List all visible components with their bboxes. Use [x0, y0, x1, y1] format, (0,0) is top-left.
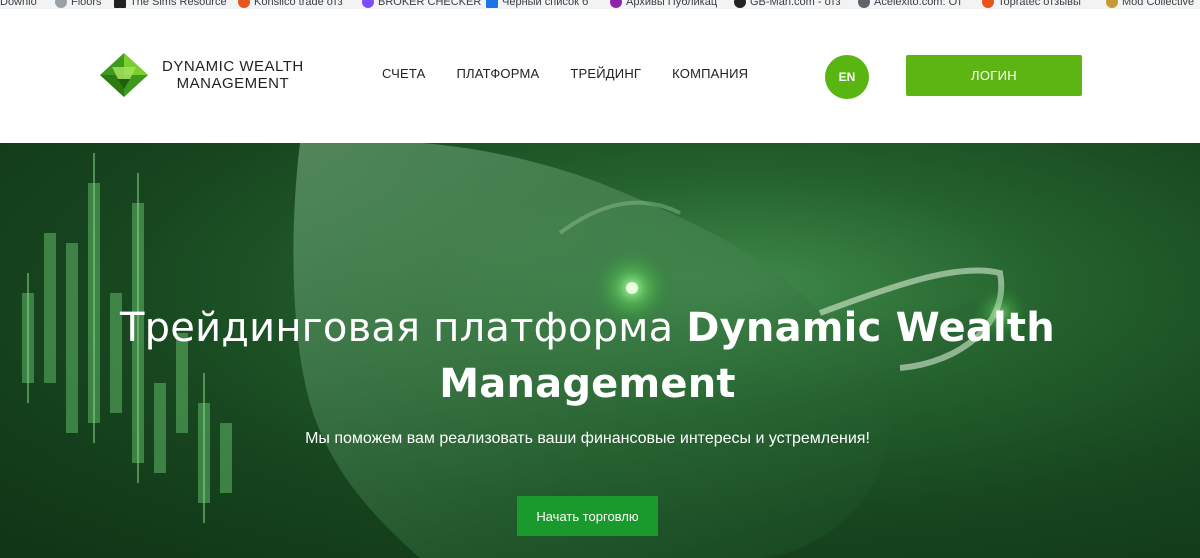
- bookmark-label: Floors: [71, 0, 102, 8]
- bookmark-label: GB-Man.com - отз: [750, 0, 841, 8]
- login-button[interactable]: ЛОГИН: [906, 55, 1082, 96]
- bookmark-label: Downlo: [0, 0, 37, 8]
- bookmark-icon: [982, 0, 994, 8]
- language-button[interactable]: EN: [825, 55, 869, 99]
- bookmark-label: Mod Collective: [1122, 0, 1195, 8]
- bookmark-label: Архивы Публикац: [626, 0, 718, 8]
- bookmark-icon: [362, 0, 374, 8]
- nav-company[interactable]: КОМПАНИЯ: [672, 66, 748, 81]
- nav-accounts[interactable]: СЧЕТА: [382, 66, 425, 81]
- logo-line-1: DYNAMIC WEALTH: [162, 58, 304, 75]
- bookmark-label: Черный список б: [502, 0, 589, 8]
- bookmark-icon: [734, 0, 746, 8]
- bookmark-label: BROKER CHECKER: [378, 0, 482, 8]
- bookmark-label: Topratec отзывы: [998, 0, 1081, 8]
- bookmark-label: Konsilco trade отз: [254, 0, 343, 8]
- logo-text: DYNAMIC WEALTH MANAGEMENT: [162, 58, 304, 92]
- bookmark-icon: [114, 0, 126, 8]
- bookmark-icon: [610, 0, 622, 8]
- bookmark-icon: [238, 0, 250, 8]
- bookmark-icon: [55, 0, 67, 8]
- bookmark-icon: [1106, 0, 1118, 8]
- bookmark-label: The Sims Resource: [130, 0, 227, 8]
- start-trading-button[interactable]: Начать торговлю: [517, 496, 658, 536]
- hero-title-regular: Трейдинговая платформа: [120, 305, 687, 351]
- site-header: DYNAMIC WEALTH MANAGEMENT СЧЕТА ПЛАТФОРМ…: [0, 9, 1200, 143]
- bookmark-icon: [486, 0, 498, 8]
- nav-platform[interactable]: ПЛАТФОРМА: [456, 66, 539, 81]
- main-nav: СЧЕТА ПЛАТФОРМА ТРЕЙДИНГ КОМПАНИЯ: [382, 66, 748, 81]
- bookmark-label: Acelexito.com: От: [874, 0, 963, 8]
- diamond-logo-icon: [100, 53, 148, 97]
- site-logo[interactable]: DYNAMIC WEALTH MANAGEMENT: [100, 53, 320, 97]
- logo-line-2: MANAGEMENT: [176, 75, 290, 92]
- bookmark-icon: [858, 0, 870, 8]
- hero-subtitle: Мы поможем вам реализовать ваши финансов…: [305, 430, 870, 447]
- hero-section: Трейдинговая платформа Dynamic Wealth Ma…: [0, 143, 1200, 558]
- hero-title: Трейдинговая платформа Dynamic Wealth Ma…: [0, 300, 1175, 412]
- nav-trading[interactable]: ТРЕЙДИНГ: [570, 66, 641, 81]
